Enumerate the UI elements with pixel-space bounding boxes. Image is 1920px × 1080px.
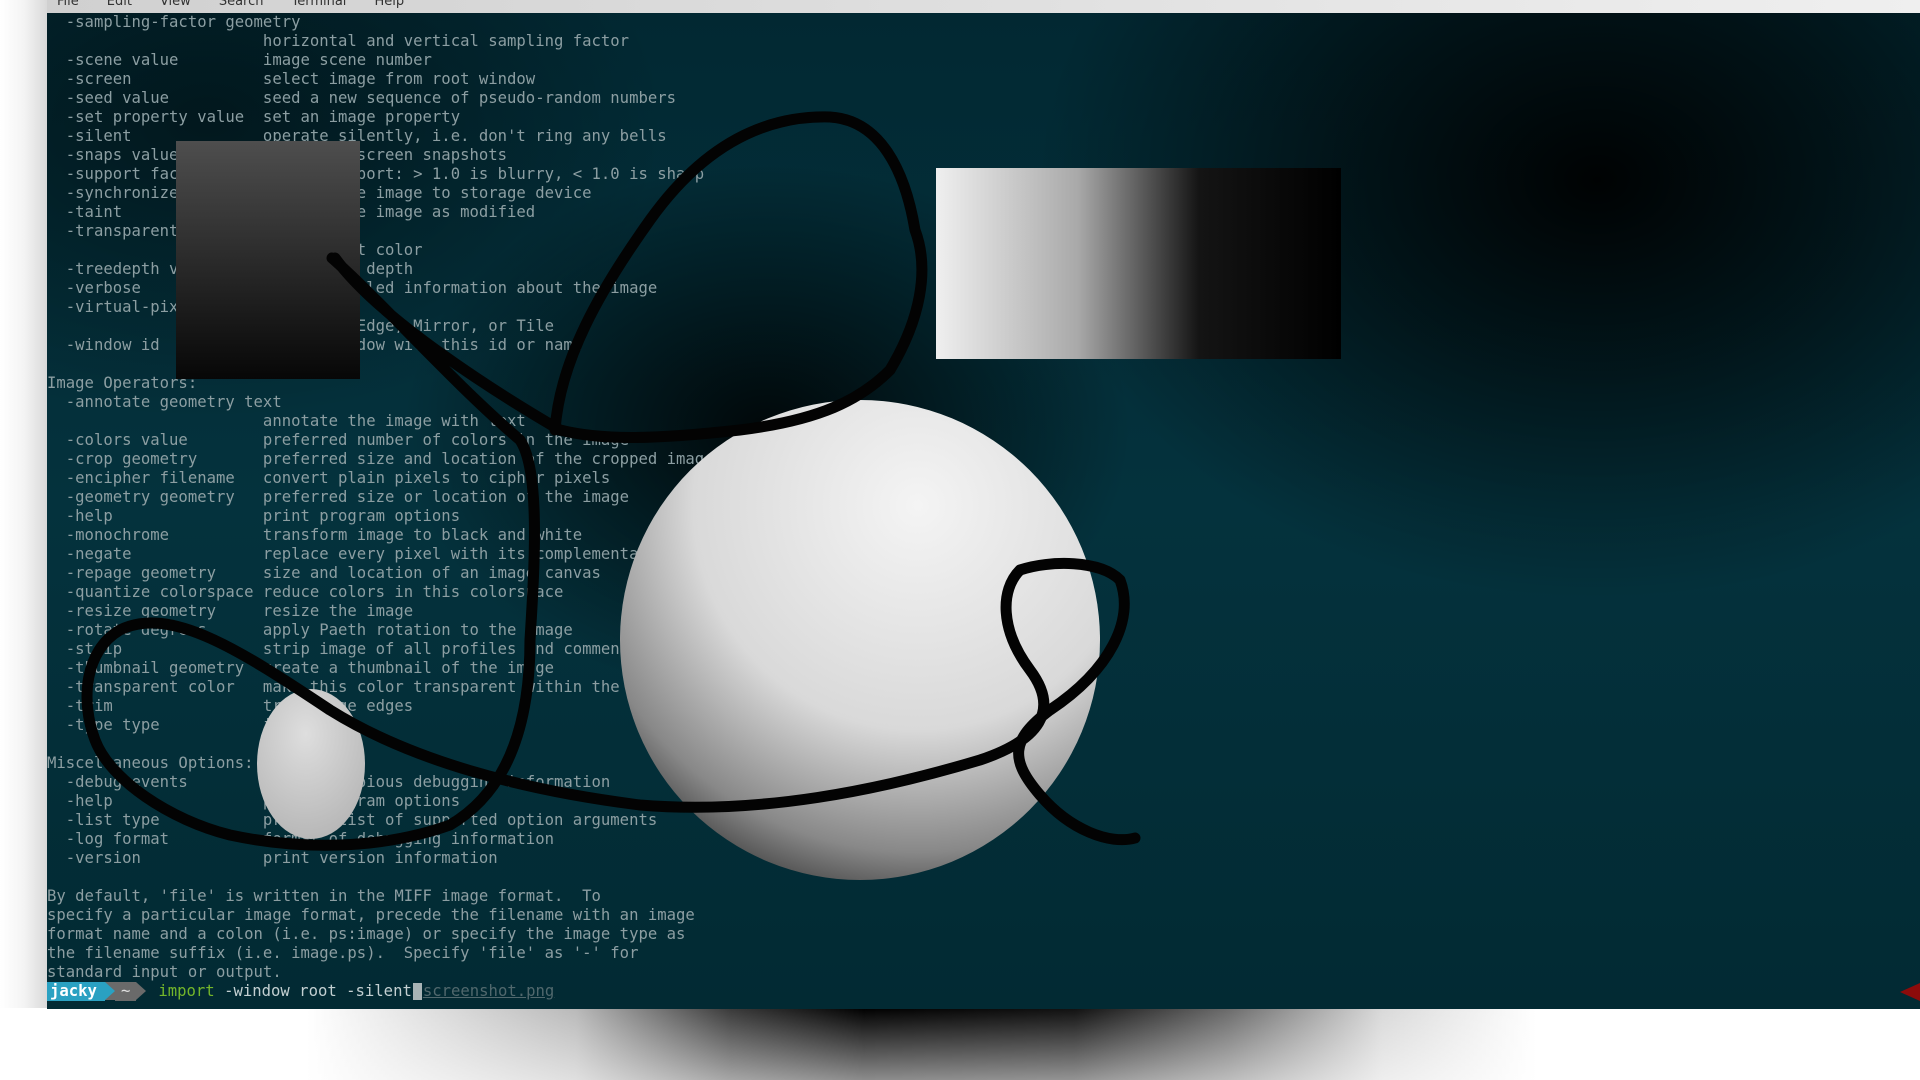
small-ellipse-shape bbox=[257, 689, 365, 839]
artifact-overlay bbox=[81, 111, 1341, 880]
gradient-rectangle-shape bbox=[936, 168, 1341, 359]
